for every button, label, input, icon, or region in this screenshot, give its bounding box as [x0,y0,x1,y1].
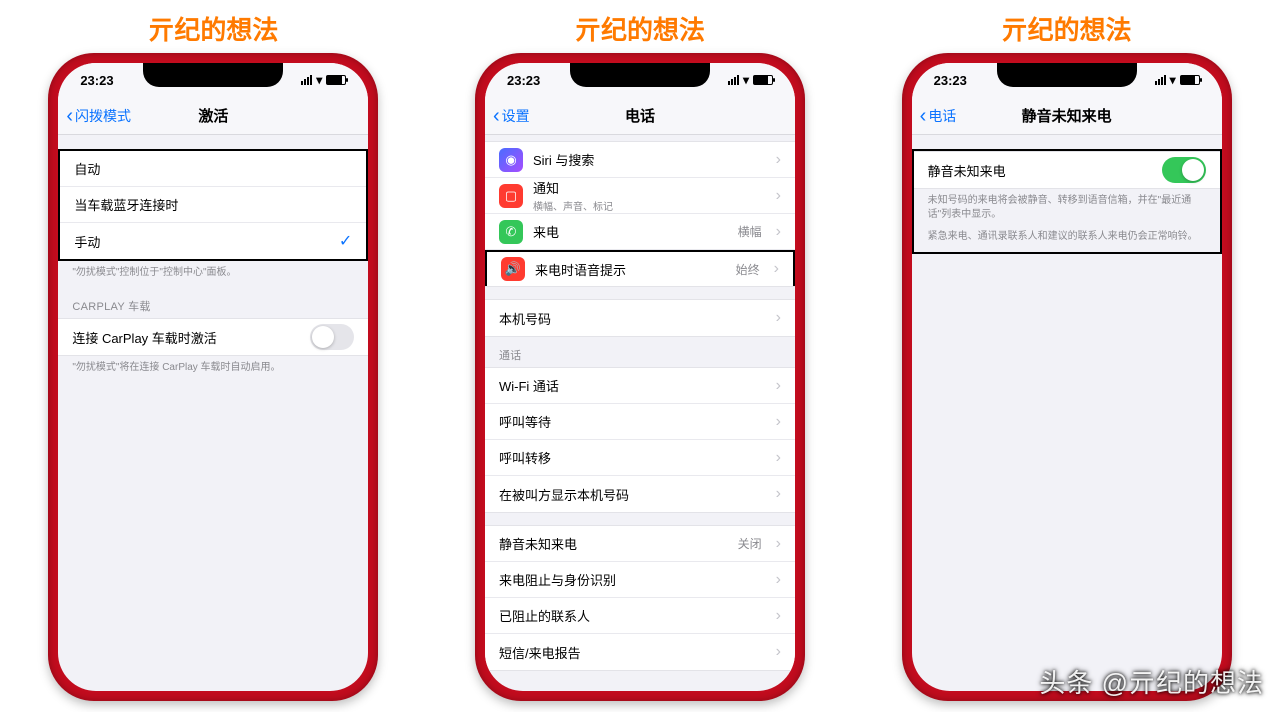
nav-bar: ‹ 设置 电话 [485,97,795,135]
option-bluetooth[interactable]: 当车载蓝牙连接时 [60,187,366,223]
chevron-right-icon: › [776,607,781,625]
phone-caption: 亓纪的想法 [1002,10,1132,47]
nav-title: 静音未知来电 [1022,105,1112,126]
nav-bar: ‹ 电话 静音未知来电 [912,97,1222,135]
back-label: 电话 [928,106,956,126]
row-blocked-contacts[interactable]: 已阻止的联系人 › [485,598,795,634]
back-label: 设置 [502,106,530,126]
group-footer: "勿扰模式"将在连接 CarPlay 车载时自动启用。 [58,356,368,383]
notch [570,63,710,87]
battery-icon [753,75,773,85]
row-wifi-calling[interactable]: Wi-Fi 通话 › [485,368,795,404]
phone-frame: 23:23 ▾ ‹ 电话 静音未知来电 [902,53,1232,701]
section-header-calls: 通话 [485,337,795,367]
nav-bar: ‹ 闪拨模式 激活 [58,97,368,135]
back-button[interactable]: ‹ 电话 [920,106,957,126]
toggle-off[interactable] [310,324,354,350]
phone-screen: 23:23 ▾ ‹ 电话 静音未知来电 [912,63,1222,691]
chevron-right-icon: › [776,571,781,589]
row-sms-call-report[interactable]: 短信/来电报告 › [485,634,795,670]
chevron-right-icon: › [776,413,781,431]
chevron-right-icon: › [774,260,779,278]
battery-icon [326,75,346,85]
status-time: 23:23 [934,73,967,88]
siri-icon: ◉ [499,148,523,172]
notch [143,63,283,87]
stage: 亓纪的想法 23:23 ▾ ‹ 闪拨模式 激活 [0,0,1280,701]
silence-group: 静音未知来电 [914,151,1220,189]
signal-icon [1155,75,1166,85]
notification-icon: ▢ [499,184,523,208]
signal-icon [728,75,739,85]
content: 静音未知来电 未知号码的来电将会被静音、转移到语音信箱，并在"最近通话"列表中显… [912,135,1222,691]
row-announce-calls[interactable]: 🔊 来电时语音提示 始终 › [485,250,795,286]
chevron-left-icon: ‹ [493,106,500,126]
activation-mode-group: 自动 当车载蓝牙连接时 手动 ✓ [58,149,368,261]
row-incoming[interactable]: ✆ 来电 横幅 › [485,214,795,250]
wifi-icon: ▾ [316,73,322,87]
phone-column-2: 亓纪的想法 23:23 ▾ ‹ 设置 电话 [475,10,805,701]
chevron-right-icon: › [776,223,781,241]
phone-frame: 23:23 ▾ ‹ 设置 电话 [475,53,805,701]
phone-caption: 亓纪的想法 [148,10,278,47]
row-silence-toggle[interactable]: 静音未知来电 [914,152,1220,188]
group-mynumber: 本机号码 › [485,299,795,337]
status-time: 23:23 [507,73,540,88]
phone-caption: 亓纪的想法 [575,10,705,47]
row-call-waiting[interactable]: 呼叫等待 › [485,404,795,440]
phone-frame: 23:23 ▾ ‹ 闪拨模式 激活 [48,53,378,701]
phone-screen: 23:23 ▾ ‹ 设置 电话 [485,63,795,691]
battery-icon [1180,75,1200,85]
group-footer: 未知号码的来电将会被静音、转移到语音信箱，并在"最近通话"列表中显示。 [914,189,1220,230]
chevron-right-icon: › [776,377,781,395]
wifi-icon: ▾ [743,73,749,87]
phone-column-1: 亓纪的想法 23:23 ▾ ‹ 闪拨模式 激活 [48,10,378,701]
group-top: ◉ Siri 与搜索 › ▢ 通知 横幅、声音、标记 › [485,141,795,287]
chevron-right-icon: › [776,643,781,661]
back-button[interactable]: ‹ 设置 [493,106,530,126]
content: 自动 当车载蓝牙连接时 手动 ✓ "勿扰模式"控制位于"控制中心"面板。 CAR… [58,135,368,691]
option-manual[interactable]: 手动 ✓ [60,223,366,259]
back-label: 闪拨模式 [75,106,131,126]
nav-title: 电话 [625,105,655,126]
phone-screen: 23:23 ▾ ‹ 闪拨模式 激活 [58,63,368,691]
chevron-right-icon: › [776,309,781,327]
group-footer: "勿扰模式"控制位于"控制中心"面板。 [58,261,368,288]
content: ◉ Siri 与搜索 › ▢ 通知 横幅、声音、标记 › [485,135,795,691]
phone-icon: ✆ [499,220,523,244]
carplay-group: 连接 CarPlay 车载时激活 [58,318,368,356]
status-time: 23:23 [80,73,113,88]
chevron-right-icon: › [776,151,781,169]
nav-title: 激活 [198,105,228,126]
option-auto[interactable]: 自动 [60,151,366,187]
speaker-icon: 🔊 [501,257,525,281]
chevron-left-icon: ‹ [920,106,927,126]
chevron-right-icon: › [776,187,781,205]
group-calls: Wi-Fi 通话 › 呼叫等待 › 呼叫转移 › 在被叫方显示本机号码 [485,367,795,513]
group-footer: 紧急来电、通讯录联系人和建议的联系人来电仍会正常响铃。 [914,230,1220,252]
chevron-right-icon: › [776,535,781,553]
group-silence: 静音未知来电 关闭 › 来电阻止与身份识别 › 已阻止的联系人 › [485,525,795,671]
row-call-blocking[interactable]: 来电阻止与身份识别 › [485,562,795,598]
highlight-box: 静音未知来电 未知号码的来电将会被静音、转移到语音信箱，并在"最近通话"列表中显… [912,149,1222,254]
row-show-caller-id[interactable]: 在被叫方显示本机号码 › [485,476,795,512]
chevron-left-icon: ‹ [66,106,73,126]
chevron-right-icon: › [776,485,781,503]
row-siri[interactable]: ◉ Siri 与搜索 › [485,142,795,178]
row-silence-unknown[interactable]: 静音未知来电 关闭 › [485,526,795,562]
signal-icon [301,75,312,85]
wifi-icon: ▾ [1170,73,1176,87]
row-notifications[interactable]: ▢ 通知 横幅、声音、标记 › [485,178,795,214]
phone-column-3: 亓纪的想法 23:23 ▾ ‹ 电话 静音未知来电 [902,10,1232,701]
toggle-on[interactable] [1162,157,1206,183]
row-call-forwarding[interactable]: 呼叫转移 › [485,440,795,476]
chevron-right-icon: › [776,449,781,467]
back-button[interactable]: ‹ 闪拨模式 [66,106,131,126]
carplay-toggle-row[interactable]: 连接 CarPlay 车载时激活 [58,319,368,355]
notch [997,63,1137,87]
check-icon: ✓ [339,231,352,251]
watermark: 头条 @亓纪的想法 [1039,663,1264,700]
row-my-number[interactable]: 本机号码 › [485,300,795,336]
section-header-carplay: CARPLAY 车载 [58,288,368,318]
